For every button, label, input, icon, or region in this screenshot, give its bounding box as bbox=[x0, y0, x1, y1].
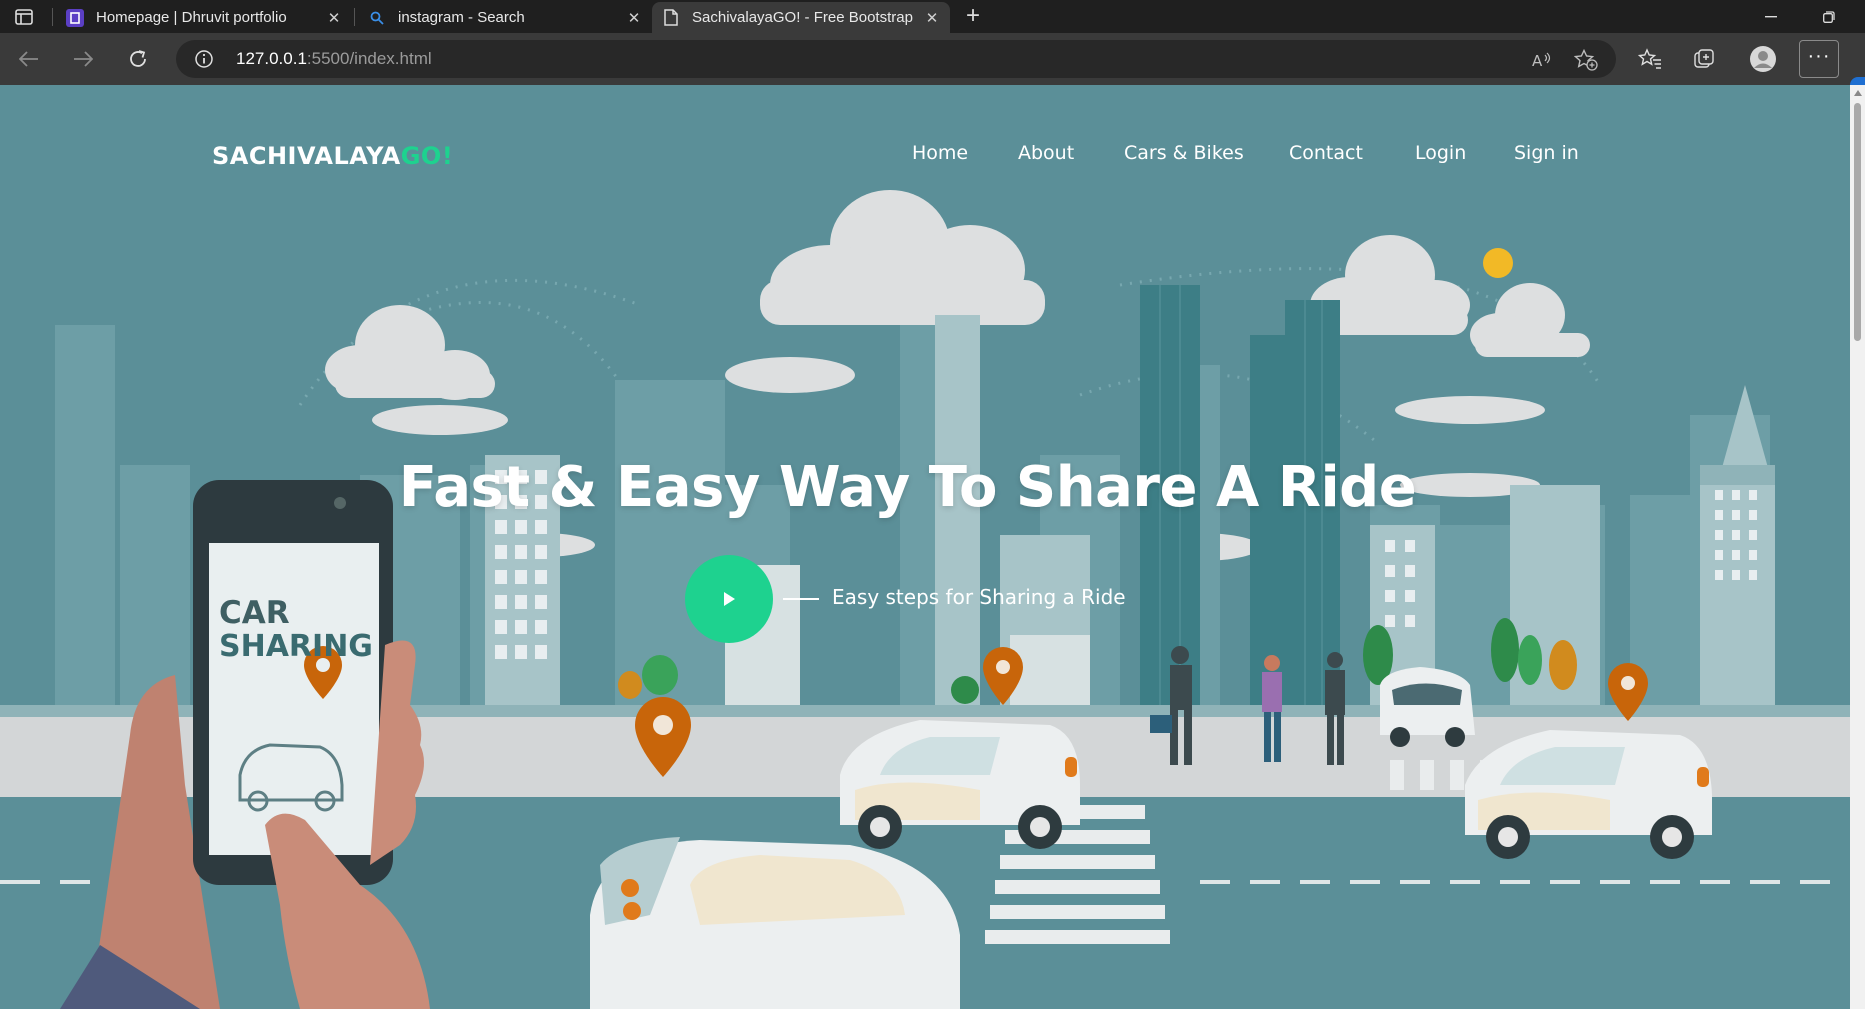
hero-title: Fast & Easy Way To Share A Ride bbox=[398, 455, 1417, 520]
tab-actions-icon[interactable] bbox=[10, 6, 38, 28]
add-favorite-icon[interactable] bbox=[1573, 48, 1598, 71]
play-label[interactable]: Easy steps for Sharing a Ride bbox=[832, 585, 1126, 609]
tab-instagram-search[interactable]: instagram - Search ✕ bbox=[358, 2, 652, 33]
hero-illustration bbox=[0, 85, 1850, 1009]
browser-toolbar: 127.0.0.1:5500/index.html A ··· bbox=[0, 33, 1865, 105]
search-icon bbox=[368, 9, 386, 27]
play-video-button[interactable] bbox=[685, 555, 773, 643]
restore-icon[interactable] bbox=[1806, 0, 1852, 33]
collections-icon[interactable] bbox=[1690, 45, 1718, 73]
phone-text-sharing: SHARING bbox=[219, 629, 373, 664]
nav-home[interactable]: Home bbox=[912, 142, 968, 164]
page-viewport: CAR SHARING SACHIVALAYAGO! Home About Ca… bbox=[0, 85, 1850, 1009]
phone-text-car: CAR bbox=[219, 595, 290, 631]
nav-cars-bikes[interactable]: Cars & Bikes bbox=[1124, 142, 1244, 164]
site-logo[interactable]: SACHIVALAYAGO! bbox=[212, 142, 453, 170]
nav-contact[interactable]: Contact bbox=[1289, 142, 1363, 164]
play-icon bbox=[724, 592, 735, 606]
refresh-icon[interactable] bbox=[122, 43, 154, 75]
nav-sign-in[interactable]: Sign in bbox=[1514, 142, 1579, 164]
tab-title: SachivalayaGO! - Free Bootstrap bbox=[692, 9, 913, 26]
nav-login[interactable]: Login bbox=[1415, 142, 1466, 164]
scroll-up-icon[interactable] bbox=[1854, 90, 1862, 96]
tab-sachivalayago[interactable]: SachivalayaGO! - Free Bootstrap ✕ bbox=[652, 2, 950, 33]
close-tab-icon[interactable]: ✕ bbox=[624, 8, 644, 28]
url-host: 127.0.0.1 bbox=[236, 49, 307, 68]
page-scrollbar[interactable] bbox=[1850, 85, 1865, 1009]
logo-accent: GO! bbox=[400, 142, 454, 170]
more-icon[interactable]: ··· bbox=[1799, 40, 1839, 78]
new-tab-icon[interactable]: + bbox=[960, 4, 986, 29]
favorites-icon[interactable] bbox=[1636, 45, 1664, 73]
tab-title: Homepage | Dhruvit portfolio bbox=[96, 9, 287, 26]
url-path: :5500/index.html bbox=[306, 49, 432, 68]
forward-icon[interactable] bbox=[67, 43, 99, 75]
info-icon[interactable] bbox=[194, 49, 214, 69]
address-bar[interactable]: 127.0.0.1:5500/index.html A bbox=[176, 40, 1616, 78]
read-aloud-icon[interactable]: A bbox=[1531, 49, 1553, 71]
portfolio-favicon-icon bbox=[66, 8, 84, 27]
scrollbar-thumb[interactable] bbox=[1854, 103, 1861, 341]
back-icon[interactable] bbox=[13, 43, 45, 75]
profile-icon[interactable] bbox=[1749, 45, 1777, 73]
minimize-icon[interactable] bbox=[1748, 0, 1794, 33]
url-text[interactable]: 127.0.0.1:5500/index.html bbox=[236, 49, 432, 69]
browser-tab-strip: Homepage | Dhruvit portfolio ✕ instagram… bbox=[0, 0, 1865, 33]
logo-main: SACHIVALAYA bbox=[212, 142, 401, 170]
play-divider bbox=[783, 598, 819, 600]
page-icon bbox=[662, 9, 680, 27]
tab-portfolio[interactable]: Homepage | Dhruvit portfolio ✕ bbox=[56, 2, 352, 33]
close-tab-icon[interactable]: ✕ bbox=[922, 8, 942, 28]
svg-text:A: A bbox=[1532, 52, 1543, 70]
close-tab-icon[interactable]: ✕ bbox=[324, 8, 344, 28]
tab-title: instagram - Search bbox=[398, 9, 525, 26]
nav-about[interactable]: About bbox=[1018, 142, 1074, 164]
